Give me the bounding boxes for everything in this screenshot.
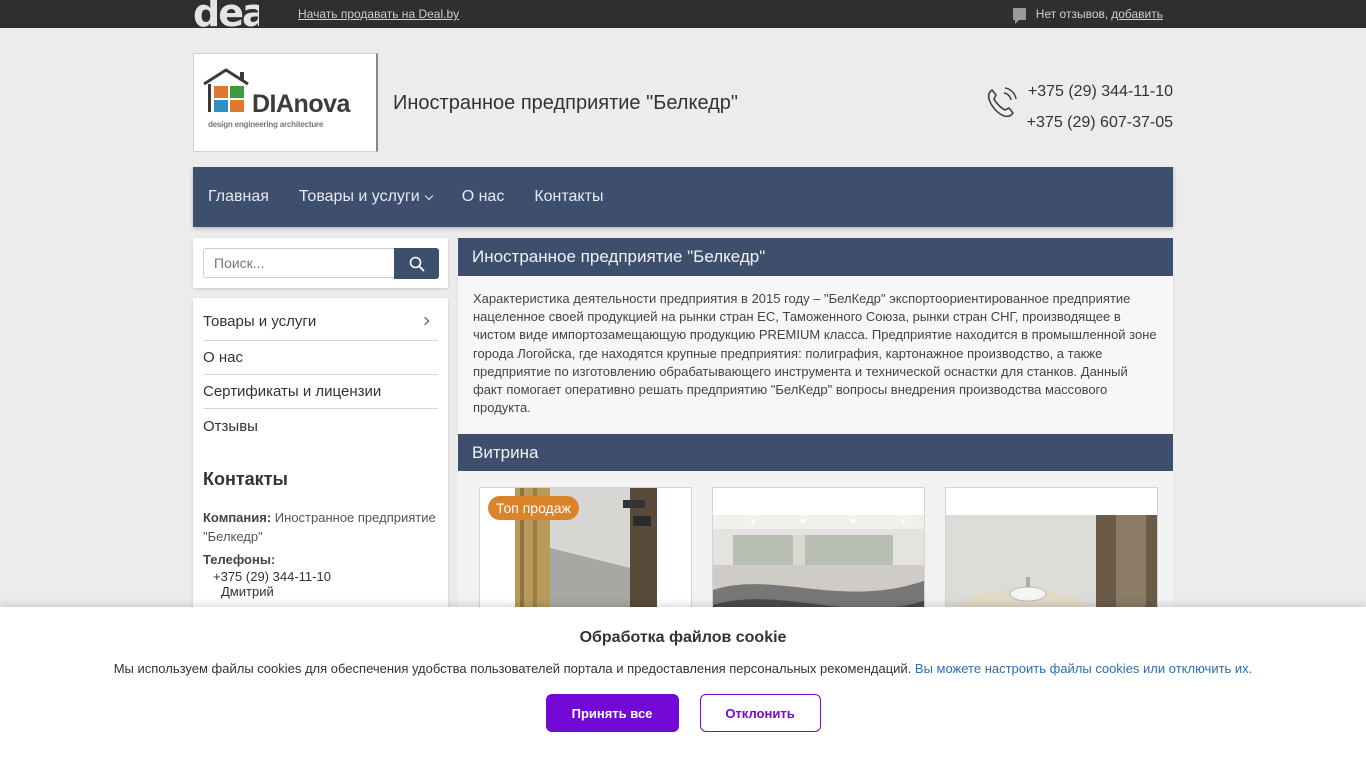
sidebar-item-reviews[interactable]: Отзывы: [203, 409, 438, 443]
logo-tagline: design engineering architecture: [208, 120, 324, 129]
search-input[interactable]: [203, 248, 395, 278]
nav-contacts-label: Контакты: [534, 188, 604, 205]
nav-products-label: Товары и услуги: [298, 188, 420, 205]
contact-person: Дмитрий: [221, 584, 274, 599]
cookie-text-row: Мы используем файлы cookies для обеспече…: [0, 661, 1366, 676]
add-review-link[interactable]: добавить: [1111, 7, 1163, 21]
cookie-title: Обработка файлов cookie: [579, 629, 787, 646]
contacts-heading: Контакты: [203, 469, 288, 489]
site-header: DIAnova design engineering architecture …: [193, 28, 1173, 167]
accept-all-button[interactable]: Принять все: [545, 694, 679, 732]
product-card[interactable]: [712, 487, 925, 627]
chevron-down-icon: [424, 191, 433, 200]
house-logo-icon: [203, 68, 249, 112]
product-card[interactable]: Топ продаж: [479, 487, 692, 627]
cookie-text: Мы используем файлы cookies для обеспече…: [113, 661, 912, 676]
top-sales-badge: Топ продаж: [488, 496, 579, 520]
header-phones: +375 (29) 344-11-10 +375 (29) 607-37-05: [1027, 76, 1173, 138]
top-bar: deal Начать продавать на Deal.by Нет отз…: [0, 0, 1366, 28]
nav-contacts[interactable]: Контакты: [534, 188, 603, 206]
search-button[interactable]: [394, 248, 439, 279]
nav-products[interactable]: Товары и услуги: [298, 188, 433, 206]
comment-icon: [1012, 8, 1026, 24]
deal-logo[interactable]: deal: [193, 0, 259, 28]
nav-home-label: Главная: [208, 188, 269, 205]
header-phone-2[interactable]: +375 (29) 607-37-05: [1027, 107, 1173, 138]
sidebar: Товары и услуги О нас Сертификаты и лице…: [193, 298, 448, 618]
phone-icon: [987, 87, 1017, 118]
sidebar-phone[interactable]: +375 (29) 344-11-10: [213, 569, 438, 584]
company-contact: Компания: Иностранное предприятие "Белке…: [203, 508, 438, 546]
nav-about-label: О нас: [461, 188, 505, 205]
sidebar-item-about[interactable]: О нас: [203, 341, 438, 375]
chevron-right-icon: [420, 316, 430, 326]
company-title: Иностранное предприятие "Белкедр": [393, 92, 739, 114]
sidebar-item-certificates[interactable]: Сертификаты и лицензии: [203, 375, 438, 409]
phones-label: Телефоны:: [203, 552, 276, 567]
deal-logo-text: deal: [193, 0, 259, 28]
start-selling-link[interactable]: Начать продавать на Deal.by: [298, 7, 459, 21]
company-description: Характеристика деятельности предприятия …: [458, 276, 1173, 434]
search-box: [193, 238, 448, 288]
reviews-info: Нет отзывов, добавить: [1012, 7, 1163, 24]
nav-about[interactable]: О нас: [462, 188, 505, 206]
main-nav: Главная Товары и услуги О нас Контакты: [193, 167, 1173, 227]
cookie-settings-link[interactable]: Вы можете настроить файлы cookies или от…: [915, 661, 1252, 676]
sidebar-item-label: О нас: [203, 349, 243, 366]
nav-home[interactable]: Главная: [208, 188, 269, 206]
reviews-text: Нет отзывов,: [1035, 7, 1109, 21]
company-logo[interactable]: DIAnova design engineering architecture: [193, 53, 378, 152]
sidebar-menu: Товары и услуги О нас Сертификаты и лице…: [203, 298, 438, 443]
sidebar-item-products[interactable]: Товары и услуги: [203, 298, 438, 341]
cookie-banner: Обработка файлов cookie Мы используем фа…: [0, 607, 1366, 768]
company-label: Компания:: [203, 510, 272, 525]
decline-button[interactable]: Отклонить: [699, 694, 821, 732]
sidebar-item-label: Товары и услуги: [203, 312, 317, 330]
cookie-buttons: Принять все Отклонить: [0, 694, 1366, 732]
search-icon: [409, 256, 425, 272]
logo-brand: DIAnova: [252, 90, 350, 118]
sidebar-item-label: Отзывы: [203, 417, 258, 435]
showcase-title: Витрина: [458, 434, 1173, 471]
header-phone-1[interactable]: +375 (29) 344-11-10: [1027, 76, 1173, 107]
sidebar-item-label: Сертификаты и лицензии: [203, 383, 382, 400]
product-card[interactable]: [945, 487, 1158, 627]
main-title: Иностранное предприятие "Белкедр": [458, 238, 1173, 276]
